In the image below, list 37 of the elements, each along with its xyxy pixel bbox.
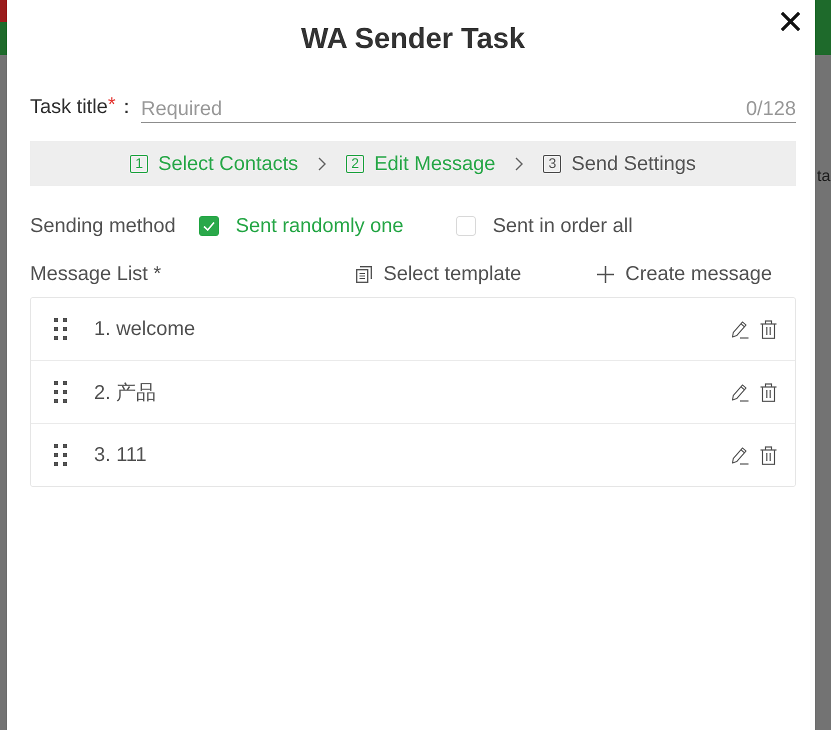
title-input[interactable]: Required <box>141 96 746 122</box>
field-label: Sending method <box>30 214 176 238</box>
select-template-button[interactable]: Select template <box>356 262 522 286</box>
background-text: ta <box>816 167 831 187</box>
drag-handle-icon[interactable] <box>54 381 67 403</box>
step-number: 1 <box>130 154 148 172</box>
field-label: Message List * <box>30 262 162 286</box>
dialog-title: WA Sender Task <box>300 22 525 57</box>
message-item[interactable]: 2. 产品 <box>94 378 731 406</box>
trash-icon[interactable] <box>760 320 777 338</box>
chevron-icon <box>514 156 524 172</box>
step-label: Select Contacts <box>158 152 298 176</box>
checkbox[interactable] <box>456 216 476 236</box>
drag-handle-icon[interactable] <box>54 444 67 466</box>
step-label: Edit Message <box>374 152 496 176</box>
checkbox[interactable] <box>198 216 219 236</box>
close-button[interactable] <box>781 12 800 31</box>
chevron-icon <box>317 156 328 172</box>
documents-icon <box>356 266 372 282</box>
trash-icon[interactable] <box>760 382 777 402</box>
message-item[interactable]: 1. welcome <box>94 318 731 340</box>
pencil-icon[interactable] <box>731 446 749 464</box>
char-counter: 0/128 <box>746 97 796 122</box>
step-label: Send Settings <box>571 152 696 176</box>
create-message-button[interactable]: Create message <box>597 262 772 286</box>
option-label[interactable]: Sent in order all <box>492 214 633 238</box>
header-bar <box>815 0 831 55</box>
close-icon <box>781 12 800 31</box>
message-item[interactable]: 3. 111 <box>94 444 731 466</box>
trash-icon[interactable] <box>760 446 777 464</box>
drag-handle-icon[interactable] <box>54 318 67 340</box>
step-number: 3 <box>543 154 562 172</box>
step-number: 2 <box>346 154 364 172</box>
logo-fragment <box>0 0 7 22</box>
pencil-icon[interactable] <box>731 320 749 338</box>
plus-icon <box>597 266 614 282</box>
pencil-icon[interactable] <box>731 382 749 402</box>
